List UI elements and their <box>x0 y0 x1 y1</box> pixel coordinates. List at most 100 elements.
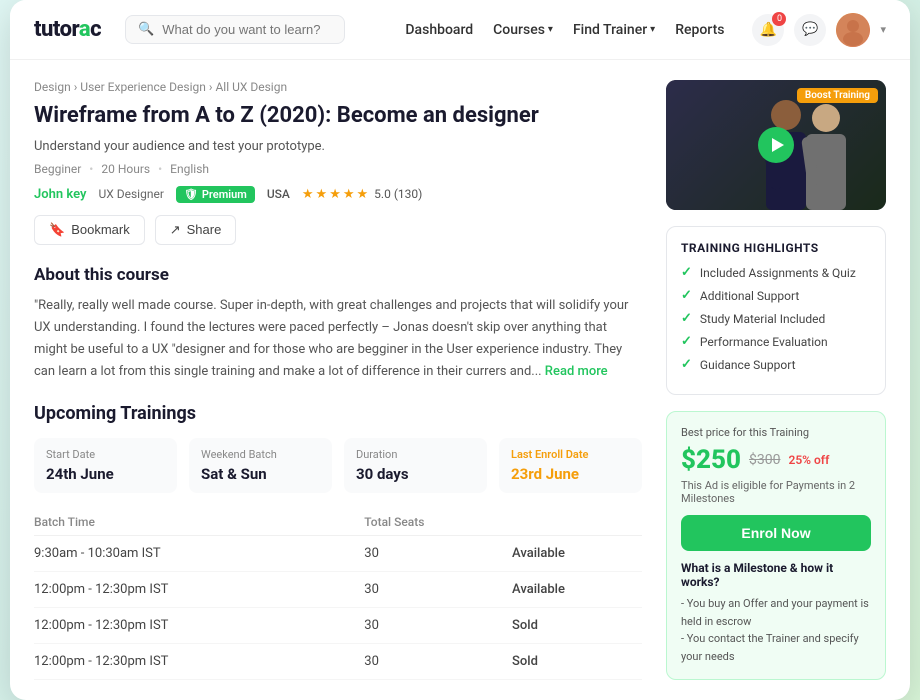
check-icon: ✓ <box>681 311 692 326</box>
premium-icon: 🛡 <box>184 188 198 201</box>
search-icon: 🔍 <box>138 22 154 37</box>
price-note: This Ad is eligible for Payments in 2 Mi… <box>681 479 871 505</box>
avatar[interactable] <box>836 13 870 47</box>
price-card: Best price for this Training $250 $300 2… <box>666 411 886 680</box>
avatar-chevron[interactable]: ▾ <box>880 23 886 36</box>
start-date-label: Start Date <box>46 448 165 461</box>
read-more-link[interactable]: Read more <box>545 364 608 379</box>
batch-time: 12:00pm - 12:30pm IST <box>34 643 364 679</box>
left-column: Design › User Experience Design › All UX… <box>34 80 642 680</box>
star-rating: ★★★★★ 5.0 (130) <box>302 187 422 202</box>
status-badge: Sold <box>512 643 642 679</box>
instructor-role: UX Designer <box>98 187 163 201</box>
boost-badge: Boost Training <box>797 88 878 103</box>
batch-time: 12:00pm - 12:30pm IST <box>34 607 364 643</box>
highlight-item: ✓Guidance Support <box>681 357 871 372</box>
weekend-value: Sat & Sun <box>201 465 320 483</box>
bookmark-icon: 🔖 <box>49 222 65 238</box>
last-enroll-card: Last Enroll Date 23rd June <box>499 438 642 493</box>
start-date-card: Start Date 24th June <box>34 438 177 493</box>
milestone-title: What is a Milestone & how it works? <box>681 561 871 589</box>
course-image: Boost Training <box>666 80 886 210</box>
status-badge: Available <box>512 535 642 571</box>
about-title: About this course <box>34 265 642 285</box>
training-dates-row: Start Date 24th June Weekend Batch Sat &… <box>34 438 642 493</box>
breadcrumb-ux-design[interactable]: User Experience Design <box>80 80 206 94</box>
batch-time-header: Batch Time <box>34 509 364 536</box>
search-input[interactable] <box>162 22 332 37</box>
table-row: 12:00pm - 12:30pm IST 30 Sold <box>34 643 642 679</box>
last-enroll-label: Last Enroll Date <box>511 448 630 461</box>
breadcrumb: Design › User Experience Design › All UX… <box>34 80 642 94</box>
bookmark-button[interactable]: 🔖 Bookmark <box>34 215 145 245</box>
status-header <box>512 509 642 536</box>
header: tutorac 🔍 Dashboard Courses ▾ Find Train… <box>10 0 910 60</box>
table-row: 12:00pm - 12:30pm IST 30 Sold <box>34 607 642 643</box>
course-level: Begginer <box>34 162 81 176</box>
batch-table: Batch Time Total Seats 9:30am - 10:30am … <box>34 509 642 680</box>
price-current: $250 <box>681 445 741 475</box>
notification-icon[interactable]: 🔔 0 <box>752 14 784 46</box>
share-button[interactable]: ↗ Share <box>155 215 237 245</box>
course-language: English <box>170 162 209 176</box>
play-button[interactable] <box>758 127 794 163</box>
country-badge: USA <box>267 187 290 201</box>
total-seats: 30 <box>364 607 512 643</box>
table-row: 12:00pm - 12:30pm IST 30 Available <box>34 571 642 607</box>
right-column: Boost Training TRAINING HIGHLIGHTS ✓Incl… <box>666 80 886 680</box>
start-date-value: 24th June <box>46 465 165 483</box>
enroll-button[interactable]: Enrol Now <box>681 515 871 551</box>
total-seats: 30 <box>364 643 512 679</box>
notif-badge: 0 <box>772 12 786 26</box>
nav-reports[interactable]: Reports <box>675 22 724 38</box>
highlights-list: ✓Included Assignments & Quiz✓Additional … <box>681 265 871 372</box>
nav-dashboard[interactable]: Dashboard <box>405 22 473 38</box>
instructor-name[interactable]: John key <box>34 187 86 202</box>
main-content: Design › User Experience Design › All UX… <box>10 60 910 700</box>
course-title: Wireframe from A to Z (2020): Become an … <box>34 102 642 131</box>
highlights-card: TRAINING HIGHLIGHTS ✓Included Assignment… <box>666 226 886 395</box>
batch-time: 12:00pm - 12:30pm IST <box>34 571 364 607</box>
table-row: 9:30am - 10:30am IST 30 Available <box>34 535 642 571</box>
total-seats: 30 <box>364 571 512 607</box>
status-badge: Sold <box>512 607 642 643</box>
upcoming-title: Upcoming Trainings <box>34 403 642 424</box>
total-seats-header: Total Seats <box>364 509 512 536</box>
check-icon: ✓ <box>681 265 692 280</box>
check-icon: ✓ <box>681 288 692 303</box>
duration-label: Duration <box>356 448 475 461</box>
milestone-text: - You buy an Offer and your payment is h… <box>681 595 871 665</box>
price-label: Best price for this Training <box>681 426 871 439</box>
highlight-item: ✓Included Assignments & Quiz <box>681 265 871 280</box>
weekend-batch-card: Weekend Batch Sat & Sun <box>189 438 332 493</box>
logo[interactable]: tutorac <box>34 17 101 42</box>
price-discount: 25% off <box>788 453 829 467</box>
chevron-down-icon: ▾ <box>548 24 553 35</box>
price-row: $250 $300 25% off <box>681 445 871 475</box>
nav-icons: 🔔 0 💬 ▾ <box>752 13 886 47</box>
breadcrumb-all-ux[interactable]: All UX Design <box>215 80 287 94</box>
check-icon: ✓ <box>681 334 692 349</box>
action-buttons: 🔖 Bookmark ↗ Share <box>34 215 642 245</box>
highlights-title: TRAINING HIGHLIGHTS <box>681 241 871 255</box>
batch-time: 9:30am - 10:30am IST <box>34 535 364 571</box>
duration-card: Duration 30 days <box>344 438 487 493</box>
status-badge: Available <box>512 571 642 607</box>
message-icon[interactable]: 💬 <box>794 14 826 46</box>
chevron-down-icon: ▾ <box>650 24 655 35</box>
premium-badge: 🛡 Premium <box>176 186 255 203</box>
highlight-item: ✓Performance Evaluation <box>681 334 871 349</box>
course-info-row: John key UX Designer 🛡 Premium USA ★★★★★… <box>34 186 642 203</box>
nav-courses[interactable]: Courses ▾ <box>493 22 553 38</box>
course-meta: Begginer • 20 Hours • English <box>34 162 642 176</box>
breadcrumb-design[interactable]: Design <box>34 80 71 94</box>
course-description: "Really, really well made course. Super … <box>34 295 642 383</box>
price-original: $300 <box>749 452 780 468</box>
check-icon: ✓ <box>681 357 692 372</box>
search-bar[interactable]: 🔍 <box>125 15 345 44</box>
highlight-item: ✓Study Material Included <box>681 311 871 326</box>
nav-find-trainer[interactable]: Find Trainer ▾ <box>573 22 655 38</box>
last-enroll-value: 23rd June <box>511 465 630 483</box>
total-seats: 30 <box>364 535 512 571</box>
course-hours: 20 Hours <box>101 162 150 176</box>
